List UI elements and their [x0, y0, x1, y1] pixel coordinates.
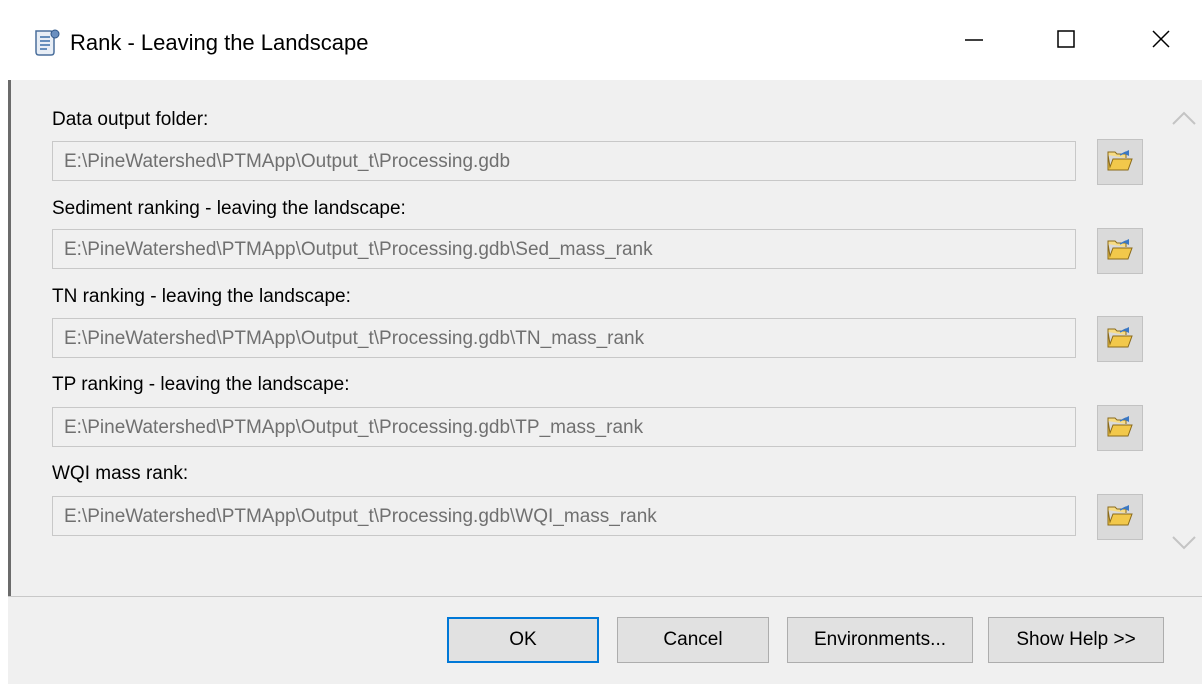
browse-tn-ranking-button[interactable]: [1097, 316, 1143, 362]
scroll-up-button[interactable]: [1170, 108, 1198, 132]
browse-sediment-ranking-button[interactable]: [1097, 228, 1143, 274]
data-output-folder-field[interactable]: E:\PineWatershed\PTMApp\Output_t\Process…: [52, 141, 1076, 181]
chevron-up-icon: [1171, 110, 1197, 131]
close-button[interactable]: [1132, 18, 1190, 64]
open-folder-icon: [1106, 147, 1134, 178]
environments-button[interactable]: Environments...: [787, 617, 973, 663]
cancel-button[interactable]: Cancel: [617, 617, 769, 663]
sediment-ranking-label: Sediment ranking - leaving the landscape…: [52, 198, 406, 219]
open-folder-icon: [1106, 502, 1134, 533]
wqi-mass-rank-value: E:\PineWatershed\PTMApp\Output_t\Process…: [64, 506, 657, 527]
maximize-icon: [1055, 28, 1077, 55]
browse-tp-ranking-button[interactable]: [1097, 405, 1143, 451]
tp-ranking-value: E:\PineWatershed\PTMApp\Output_t\Process…: [64, 417, 644, 438]
maximize-button[interactable]: [1037, 18, 1095, 64]
show-help-button[interactable]: Show Help >>: [988, 617, 1164, 663]
sediment-ranking-field[interactable]: E:\PineWatershed\PTMApp\Output_t\Process…: [52, 229, 1076, 269]
wqi-mass-rank-label: WQI mass rank:: [52, 463, 189, 484]
tp-ranking-label: TP ranking - leaving the landscape:: [52, 374, 350, 395]
data-output-folder-label: Data output folder:: [52, 109, 209, 130]
minimize-button[interactable]: [945, 18, 1003, 64]
open-folder-icon: [1106, 236, 1134, 267]
ok-button[interactable]: OK: [447, 617, 599, 663]
window-title: Rank - Leaving the Landscape: [70, 30, 369, 55]
tn-ranking-field[interactable]: E:\PineWatershed\PTMApp\Output_t\Process…: [52, 318, 1076, 358]
wqi-mass-rank-field[interactable]: E:\PineWatershed\PTMApp\Output_t\Process…: [52, 496, 1076, 536]
script-tool-icon: [30, 28, 60, 58]
panel-border: [8, 80, 11, 684]
close-icon: [1150, 28, 1172, 55]
dialog-window: Rank - Leaving the Landscape Data output…: [0, 0, 1202, 684]
vertical-scrollbar[interactable]: [1166, 80, 1202, 596]
tp-ranking-field[interactable]: E:\PineWatershed\PTMApp\Output_t\Process…: [52, 407, 1076, 447]
scroll-down-button[interactable]: [1170, 533, 1198, 557]
title-bar[interactable]: Rank - Leaving the Landscape: [0, 0, 1202, 80]
chevron-down-icon: [1171, 535, 1197, 556]
tn-ranking-label: TN ranking - leaving the landscape:: [52, 286, 351, 307]
browse-data-output-folder-button[interactable]: [1097, 139, 1143, 185]
open-folder-icon: [1106, 413, 1134, 444]
open-folder-icon: [1106, 324, 1134, 355]
browse-wqi-mass-rank-button[interactable]: [1097, 494, 1143, 540]
tn-ranking-value: E:\PineWatershed\PTMApp\Output_t\Process…: [64, 328, 645, 349]
sediment-ranking-value: E:\PineWatershed\PTMApp\Output_t\Process…: [64, 239, 653, 260]
data-output-folder-value: E:\PineWatershed\PTMApp\Output_t\Process…: [64, 151, 511, 172]
minimize-icon: [963, 28, 985, 55]
